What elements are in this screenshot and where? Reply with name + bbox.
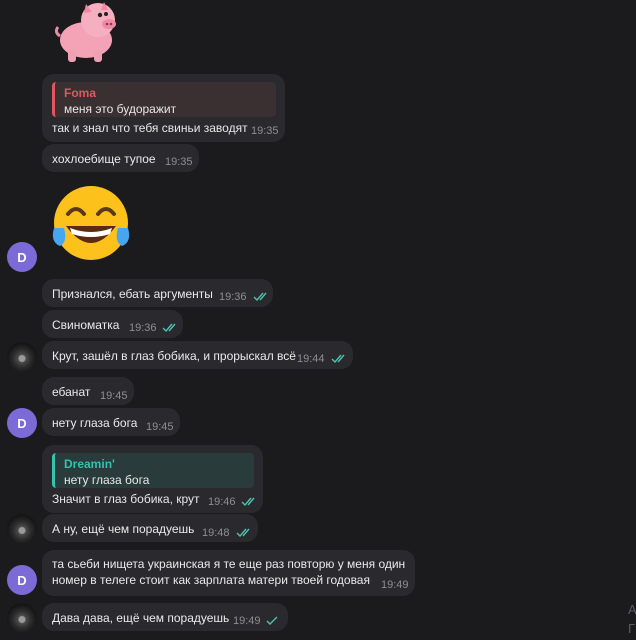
message-text: Признался, ебать аргументы	[52, 287, 213, 301]
reply-author: Foma	[64, 86, 97, 100]
message-time: 19:36	[129, 322, 157, 334]
message-time: 19:49	[233, 615, 261, 627]
message-text: Свиноматка	[52, 318, 120, 332]
message-text: А ну, ещё чем порадуешь	[52, 522, 195, 536]
double-check-icon	[331, 354, 345, 364]
message-text: Крут, зашёл в глаз бобика, и прорыскал в…	[52, 349, 296, 363]
avatar[interactable]	[7, 514, 37, 544]
message-text: Значит в глаз бобика, крут	[52, 492, 200, 506]
reply-text: меня это будоражит	[64, 102, 177, 116]
avatar[interactable]: D	[7, 565, 37, 595]
message-time: 19:44	[297, 353, 325, 365]
single-check-icon	[266, 616, 278, 625]
message-text: ебанат	[52, 385, 91, 399]
message-text: Дава дава, ещё чем порадуешь	[52, 611, 230, 625]
pig-sticker	[54, 2, 116, 62]
message-time: 19:49	[381, 579, 409, 591]
avatar-letter: D	[17, 572, 27, 588]
message-time: 19:45	[146, 421, 174, 433]
message-text: нету глаза бога	[52, 416, 138, 430]
message-time: 19:35	[251, 125, 279, 137]
laughing-emoji-sticker	[52, 186, 130, 260]
reply-quote-dreamin[interactable]: Dreamin' нету глаза бога	[52, 453, 254, 488]
message-text: так и знал что тебя свиньи заводят	[52, 121, 248, 135]
message-time: 19:35	[165, 156, 193, 168]
avatar[interactable]: D	[7, 242, 37, 272]
message-text-line2: номер в телеге стоит как зарплата матери…	[52, 573, 370, 587]
reply-text: нету глаза бога	[64, 473, 150, 487]
edge-char: Г	[628, 621, 636, 636]
double-check-icon	[253, 292, 267, 302]
reply-quote-foma[interactable]: Foma меня это будоражит	[52, 82, 276, 117]
message-text-line1: та сьеби нищета украинская я те еще раз …	[52, 557, 406, 571]
message-time: 19:36	[219, 291, 247, 303]
avatar-letter: D	[17, 249, 27, 265]
message-bubble[interactable]: та сьеби нищета украинская я те еще раз …	[42, 550, 415, 596]
reply-author: Dreamin'	[64, 457, 115, 471]
avatar[interactable]	[7, 342, 37, 372]
avatar-letter: D	[17, 415, 27, 431]
avatar[interactable]	[7, 603, 37, 633]
double-check-icon	[236, 528, 250, 538]
edge-char: А	[628, 602, 636, 617]
double-check-icon	[241, 497, 255, 507]
message-time: 19:45	[100, 390, 128, 402]
double-check-icon	[162, 323, 176, 333]
avatar[interactable]: D	[7, 408, 37, 438]
message-text: хохлоебище тупое	[52, 152, 156, 166]
message-time: 19:48	[202, 527, 230, 539]
message-time: 19:46	[208, 496, 236, 508]
